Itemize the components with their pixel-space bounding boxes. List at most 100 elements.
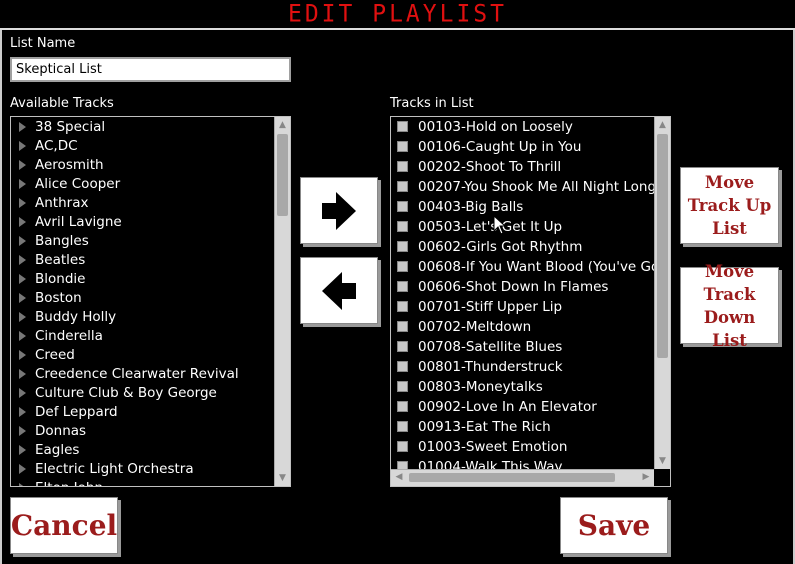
list-item[interactable]: Def Leppard [11,403,118,422]
triangle-right-icon[interactable] [19,350,26,360]
list-item[interactable]: Boston [11,289,82,308]
triangle-right-icon[interactable] [19,255,26,265]
list-item[interactable]: Electric Light Orchestra [11,460,194,479]
list-item[interactable]: 00701-Stiff Upper Lip [391,298,562,317]
list-item[interactable]: Alice Cooper [11,175,120,194]
scroll-up-icon[interactable]: ▲ [275,117,290,133]
list-item-label: Blondie [35,271,86,287]
checkbox-icon[interactable] [397,161,408,172]
list-item[interactable]: Anthrax [11,194,88,213]
available-tracks-list[interactable]: 38 Special AC,DC Aerosmith Alice Cooper Anth… [10,116,291,487]
scroll-down-icon[interactable]: ▼ [275,470,290,486]
triangle-right-icon[interactable] [19,236,26,246]
list-item[interactable]: Creed [11,346,75,365]
checkbox-icon[interactable] [397,441,408,452]
list-item[interactable]: AC,DC [11,137,78,156]
save-button[interactable]: Save [560,497,668,554]
list-item-label: 00902-Love In An Elevator [418,399,597,415]
triangle-right-icon[interactable] [19,426,26,436]
list-item[interactable]: 00606-Shot Down In Flames [391,278,608,297]
checkbox-icon[interactable] [397,301,408,312]
checkbox-icon[interactable] [397,261,408,272]
list-item[interactable]: 38 Special [11,118,105,137]
checkbox-icon[interactable] [397,401,408,412]
list-item[interactable]: 00207-You Shook Me All Night Long [391,178,656,197]
list-item-label: AC,DC [35,138,78,154]
scrollbar-thumb[interactable] [277,134,288,216]
list-item[interactable]: 00803-Moneytalks [391,378,543,397]
triangle-right-icon[interactable] [19,331,26,341]
triangle-right-icon[interactable] [19,274,26,284]
list-item[interactable]: Beatles [11,251,85,270]
checkbox-icon[interactable] [397,381,408,392]
triangle-right-icon[interactable] [19,160,26,170]
list-item[interactable]: Eagles [11,441,79,460]
triangle-right-icon[interactable] [19,217,26,227]
checkbox-icon[interactable] [397,181,408,192]
scroll-right-icon[interactable]: ▶ [638,470,654,485]
triangle-right-icon[interactable] [19,122,26,132]
triangle-right-icon[interactable] [19,179,26,189]
add-track-button[interactable] [300,177,378,244]
list-item[interactable]: Avril Lavigne [11,213,122,232]
scroll-left-icon[interactable]: ◀ [391,470,407,485]
scrollbar-thumb[interactable] [409,473,615,482]
arrow-left-icon [322,271,356,310]
triangle-right-icon[interactable] [19,141,26,151]
scroll-down-icon[interactable]: ▼ [655,453,670,469]
checkbox-icon[interactable] [397,341,408,352]
list-name-input[interactable] [10,57,291,82]
checkbox-icon[interactable] [397,221,408,232]
scrollbar-thumb[interactable] [657,134,668,358]
list-item[interactable]: 01003-Sweet Emotion [391,438,567,457]
triangle-right-icon[interactable] [19,464,26,474]
list-item[interactable]: 00103-Hold on Loosely [391,118,573,137]
triangle-right-icon[interactable] [19,198,26,208]
tracks-in-list-vscrollbar[interactable]: ▲ ▼ [654,117,670,469]
move-track-down-button[interactable]: Move Track Down List [680,262,779,350]
checkbox-icon[interactable] [397,281,408,292]
list-item[interactable]: Culture Club & Boy George [11,384,217,403]
cancel-button[interactable]: Cancel [10,497,118,554]
list-item[interactable]: Bangles [11,232,89,251]
list-item[interactable]: Blondie [11,270,85,289]
move-track-up-button[interactable]: Move Track Up List [680,167,779,244]
list-item[interactable]: 00503-Let's Get It Up [391,218,562,237]
checkbox-icon[interactable] [397,141,408,152]
remove-track-button[interactable] [300,257,378,324]
triangle-right-icon[interactable] [19,407,26,417]
list-item[interactable]: Donnas [11,422,86,441]
triangle-right-icon[interactable] [19,483,26,486]
checkbox-icon[interactable] [397,241,408,252]
tracks-in-list[interactable]: 00103-Hold on Loosely 00106-Caught Up in … [390,116,671,487]
triangle-right-icon[interactable] [19,445,26,455]
list-item[interactable]: 00902-Love In An Elevator [391,398,597,417]
list-item[interactable]: 00708-Satellite Blues [391,338,562,357]
list-item[interactable]: Creedence Clearwater Revival [11,365,239,384]
list-item[interactable]: Buddy Holly [11,308,116,327]
list-item[interactable]: Elton John [11,479,103,486]
tracks-in-list-hscrollbar[interactable]: ◀ ▶ [391,469,654,486]
checkbox-icon[interactable] [397,361,408,372]
list-item[interactable]: 00106-Caught Up in You [391,138,581,157]
list-item[interactable]: 00602-Girls Got Rhythm [391,238,582,257]
list-item[interactable]: 00913-Eat The Rich [391,418,551,437]
cancel-label: Cancel [10,509,118,542]
available-tracks-scrollbar[interactable]: ▲ ▼ [274,117,290,486]
list-item[interactable]: 00202-Shoot To Thrill [391,158,561,177]
checkbox-icon[interactable] [397,201,408,212]
triangle-right-icon[interactable] [19,388,26,398]
triangle-right-icon[interactable] [19,369,26,379]
list-item[interactable]: Aerosmith [11,156,104,175]
triangle-right-icon[interactable] [19,312,26,322]
checkbox-icon[interactable] [397,321,408,332]
tracks-in-list-label: Tracks in List [390,96,474,111]
list-item[interactable]: 00702-Meltdown [391,318,531,337]
scroll-up-icon[interactable]: ▲ [655,117,670,133]
list-item[interactable]: 00801-Thunderstruck [391,358,563,377]
triangle-right-icon[interactable] [19,293,26,303]
checkbox-icon[interactable] [397,121,408,132]
checkbox-icon[interactable] [397,421,408,432]
list-item[interactable]: Cinderella [11,327,103,346]
list-item[interactable]: 00608-If You Want Blood (You've Got It) [391,258,670,277]
